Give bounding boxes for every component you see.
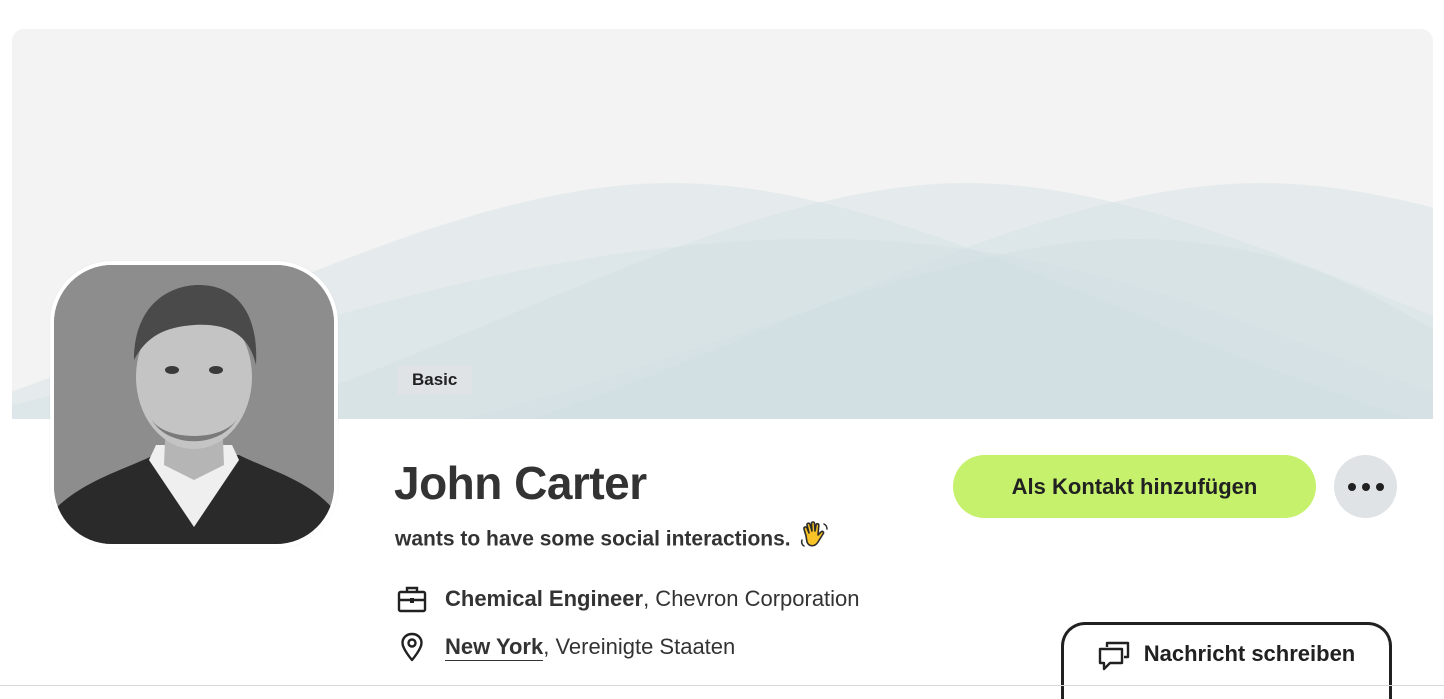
city-link[interactable]: New York (445, 634, 544, 661)
location-row: New York , Vereinigte Staaten (396, 631, 735, 663)
profile-avatar[interactable] (50, 261, 338, 548)
job-title: Chemical Engineer (445, 586, 644, 611)
add-contact-button[interactable]: Als Kontakt hinzufügen (953, 455, 1316, 518)
job-row: Chemical Engineer , Chevron Corporation (396, 583, 860, 615)
profile-name: John Carter (394, 457, 647, 509)
section-divider (0, 685, 1444, 686)
write-message-label: Nachricht schreiben (1143, 641, 1356, 666)
profile-tagline: wants to have some social interactions. (395, 520, 829, 560)
country-name: , Vereinigte Staaten (543, 634, 736, 659)
write-message-button[interactable]: Nachricht schreiben (1061, 622, 1392, 699)
tagline-text: wants to have some social interactions. (395, 527, 791, 551)
briefcase-icon (396, 583, 428, 615)
membership-badge: Basic (397, 365, 473, 395)
company-name: , Chevron Corporation (643, 586, 860, 611)
waving-hand-icon (800, 520, 829, 560)
more-dot (1375, 482, 1384, 491)
more-dot (1361, 482, 1370, 491)
more-options-button[interactable] (1334, 455, 1397, 518)
chat-bubbles-icon (1098, 641, 1130, 671)
avatar-photo (54, 265, 334, 544)
more-horizontal-icon (1347, 482, 1356, 491)
location-pin-icon (396, 631, 428, 663)
